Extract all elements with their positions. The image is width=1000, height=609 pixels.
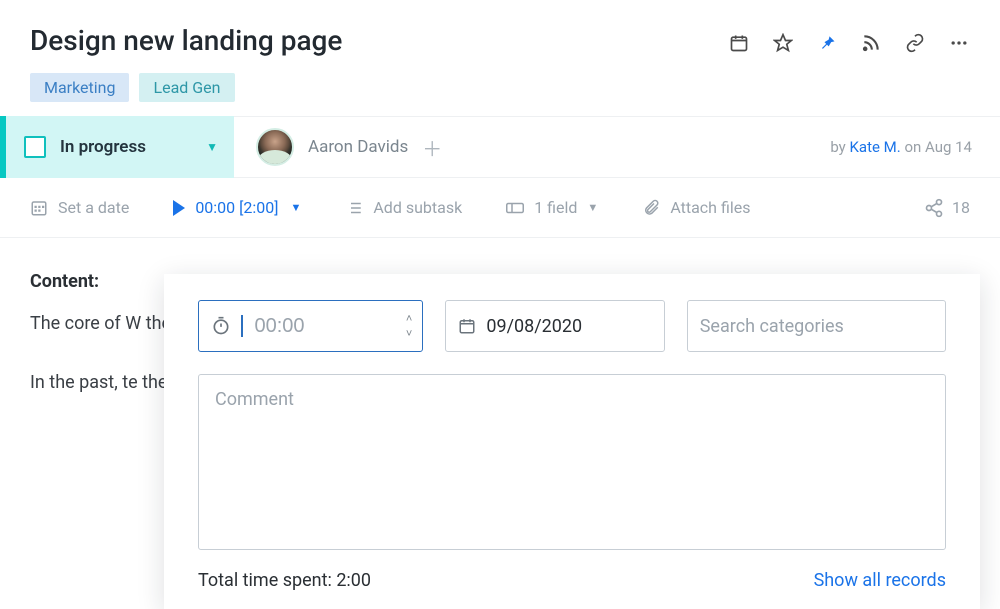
- author-link[interactable]: Kate M.: [850, 138, 901, 156]
- comment-input[interactable]: Comment: [198, 374, 946, 550]
- date-value: 09/08/2020: [486, 316, 582, 337]
- task-title[interactable]: Design new landing page: [30, 24, 342, 57]
- time-entry-popover: ˄ ˅ 09/08/2020 Search categories Comment…: [164, 274, 980, 609]
- set-date-label: Set a date: [58, 198, 129, 217]
- link-icon[interactable]: [904, 32, 926, 54]
- chevron-down-icon[interactable]: ˅: [406, 327, 412, 340]
- avatar[interactable]: [256, 128, 294, 166]
- list-icon: [345, 199, 363, 217]
- fields-button[interactable]: 1 field ▼: [506, 198, 598, 217]
- tag-lead-gen[interactable]: Lead Gen: [139, 73, 234, 102]
- total-time-label: Total time spent: 2:00: [198, 570, 371, 591]
- share-button[interactable]: 18: [924, 198, 970, 218]
- show-all-records-link[interactable]: Show all records: [814, 570, 946, 591]
- stopwatch-icon: [211, 316, 231, 336]
- add-subtask-label: Add subtask: [373, 198, 462, 217]
- category-placeholder: Search categories: [700, 316, 844, 337]
- comment-placeholder: Comment: [215, 389, 294, 410]
- chevron-down-icon: ▼: [206, 140, 218, 154]
- status-selector[interactable]: In progress ▼: [0, 116, 234, 178]
- field-icon: [506, 199, 524, 217]
- attach-files-label: Attach files: [670, 198, 750, 217]
- time-tracker-button[interactable]: 00:00 [2:00] ▼: [173, 198, 301, 217]
- attach-files-button[interactable]: Attach files: [642, 198, 750, 217]
- calendar-icon: [458, 317, 476, 335]
- fields-label: 1 field: [534, 198, 577, 217]
- assignee-name[interactable]: Aaron Davids: [308, 137, 408, 157]
- time-display: 00:00 [2:00]: [195, 198, 278, 217]
- chevron-down-icon: ▼: [587, 201, 598, 214]
- share-icon: [924, 198, 944, 218]
- time-input[interactable]: [255, 315, 365, 338]
- add-subtask-button[interactable]: Add subtask: [345, 198, 462, 217]
- time-input-field[interactable]: ˄ ˅: [198, 300, 423, 352]
- calendar-grid-icon: [30, 199, 48, 217]
- paperclip-icon: [642, 199, 660, 217]
- share-count: 18: [952, 198, 970, 217]
- complete-checkbox[interactable]: [24, 136, 46, 158]
- category-search-field[interactable]: Search categories: [687, 300, 946, 352]
- calendar-icon[interactable]: [728, 32, 750, 54]
- set-date-button[interactable]: Set a date: [30, 198, 129, 217]
- chevron-down-icon: ▼: [290, 201, 301, 214]
- pin-icon[interactable]: [816, 32, 838, 54]
- star-icon[interactable]: [772, 32, 794, 54]
- date-input-field[interactable]: 09/08/2020: [445, 300, 664, 352]
- chevron-up-icon[interactable]: ˄: [406, 312, 412, 325]
- status-label: In progress: [60, 137, 192, 157]
- rss-icon[interactable]: [860, 32, 882, 54]
- tag-marketing[interactable]: Marketing: [30, 73, 129, 102]
- add-assignee-button[interactable]: ＋: [422, 133, 442, 162]
- more-icon[interactable]: [948, 32, 970, 54]
- byline: by Kate M. on Aug 14: [830, 138, 1000, 156]
- play-icon: [173, 200, 185, 216]
